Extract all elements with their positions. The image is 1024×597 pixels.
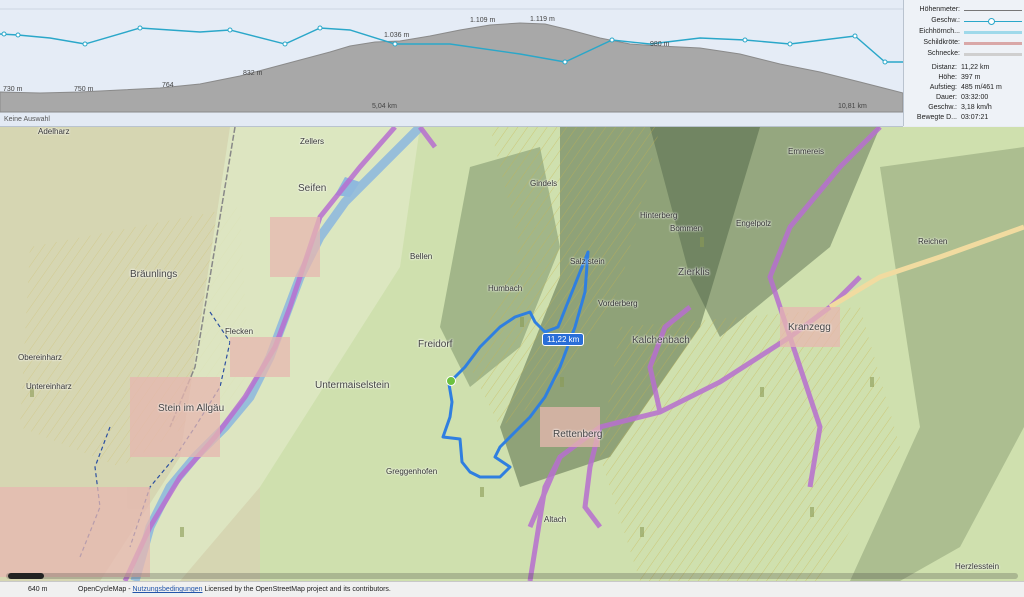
stat-row: Distanz: 11,22 km [904, 64, 1024, 74]
elevation-tick-label: 1.119 m [530, 16, 555, 23]
stat-row: Geschw.: 3,18 km/h [904, 104, 1024, 114]
stat-label: Dauer: [935, 94, 957, 101]
place-label: Vorderberg [598, 299, 638, 308]
place-label: Kranzegg [788, 322, 831, 333]
elevation-tick-label: 764 [162, 82, 174, 89]
stat-label: Distanz: [931, 64, 957, 71]
map-scale: 640 m [28, 586, 48, 593]
horizontal-scrollbar[interactable] [6, 573, 1018, 579]
scrollbar-thumb[interactable] [8, 573, 44, 579]
place-label: Hinterberg [640, 211, 678, 220]
elevation-tick-label: 832 m [243, 70, 263, 77]
place-label: Seifen [298, 183, 327, 194]
attribution-text: OpenCycleMap - Nutzungsbedingungen Licen… [78, 586, 391, 593]
stat-value: 03:32:00 [961, 94, 989, 101]
stat-label: Geschw.: [928, 104, 957, 111]
map-view[interactable]: Adelharz Zellers Seifen Bräunlings Fleck… [0, 127, 1024, 581]
distance-tick-label: 10,81 km [838, 103, 867, 110]
place-label: Freidorf [418, 339, 453, 350]
place-label: Bellen [410, 252, 433, 261]
stat-label: Höhe: [938, 74, 957, 81]
place-label: Untermaiselstein [315, 380, 390, 391]
place-label: Adelharz [38, 127, 70, 136]
legend-label: Schnecke: [927, 50, 960, 57]
elevation-profile-panel[interactable]: 730 m 750 m 764 832 m 1.036 m 1.109 m 1.… [0, 0, 903, 127]
place-label: Humbach [488, 284, 523, 293]
legend-item[interactable]: Höhenmeter: [904, 5, 1024, 15]
place-label: Kalchenbach [632, 335, 690, 346]
legend-label: Schildkröte: [923, 39, 960, 46]
place-label: Reichen [918, 237, 948, 246]
map-canvas[interactable] [0, 127, 1024, 581]
legend-label: Geschw.: [931, 17, 960, 24]
place-label: Emmereis [788, 147, 825, 156]
legend-swatch [964, 53, 1022, 56]
stat-value: 3,18 km/h [961, 104, 992, 111]
attribution-prefix: OpenCycleMap - [78, 586, 133, 593]
elevation-tick-label: 980 m [650, 41, 670, 48]
route-distance-badge[interactable]: 11,22 km [542, 333, 585, 346]
legend-swatch [964, 31, 1022, 34]
legend-item[interactable]: Schnecke: [904, 49, 1024, 59]
place-label: Engelpolz [736, 219, 772, 228]
legend-swatch [964, 42, 1022, 45]
place-label: Herzlesstein [955, 562, 1000, 571]
distance-tick-label: 5,04 km [372, 103, 397, 110]
place-label: Zellers [300, 137, 325, 146]
stat-value: 485 m/461 m [961, 84, 1002, 91]
legend-item[interactable]: Geschw.: [904, 16, 1024, 26]
legend-stats-panel: Höhenmeter: Geschw.: Eichhörnch... Schil… [903, 0, 1024, 126]
elevation-tick-label: 1.036 m [384, 32, 410, 39]
elevation-tick-label: 750 m [74, 86, 94, 93]
selection-status: Keine Auswahl [4, 116, 50, 123]
legend-item[interactable]: Eichhörnch... [904, 27, 1024, 37]
place-label: Greggenhofen [386, 467, 438, 476]
legend-item[interactable]: Schildkröte: [904, 38, 1024, 48]
stat-row: Dauer: 03:32:00 [904, 94, 1024, 104]
terms-link[interactable]: Nutzungsbedingungen [132, 586, 202, 593]
legend-marker-icon [988, 18, 995, 25]
legend-label: Eichhörnch... [919, 28, 960, 35]
place-label: Gindels [530, 179, 558, 188]
place-label: Bräunlings [130, 269, 178, 280]
legend-swatch [964, 10, 1022, 11]
place-label: Flecken [225, 327, 254, 336]
elevation-tick-label: 730 m [3, 86, 23, 93]
stat-label: Aufstieg: [929, 84, 957, 91]
stat-row: Bewegte D... 03:07:21 [904, 114, 1024, 124]
stat-label: Bewegte D... [916, 114, 957, 121]
place-label: Salz stein [570, 257, 605, 266]
place-label: Stein im Allgäu [158, 403, 225, 414]
place-label: Zierklis [678, 267, 710, 278]
stat-value: 03:07:21 [961, 114, 989, 121]
place-label: Bommen [670, 224, 703, 233]
stat-value: 397 m [961, 74, 981, 81]
legend-label: Höhenmeter: [919, 6, 960, 13]
route-start-marker-icon[interactable] [446, 376, 456, 386]
place-label: Obereinharz [18, 353, 63, 362]
map-footer: 640 m OpenCycleMap - Nutzungsbedingungen… [0, 581, 1024, 597]
place-label: Untereinharz [26, 382, 72, 391]
stat-row: Höhe: 397 m [904, 74, 1024, 84]
place-label: Altach [544, 515, 567, 524]
elevation-tick-label: 1.109 m [470, 17, 496, 24]
place-label: Rettenberg [553, 429, 603, 440]
attribution-suffix: Licensed by the OpenStreetMap project an… [202, 586, 391, 593]
stat-row: Aufstieg: 485 m/461 m [904, 84, 1024, 94]
stat-value: 11,22 km [961, 64, 990, 71]
elevation-profile-chart [0, 0, 903, 113]
